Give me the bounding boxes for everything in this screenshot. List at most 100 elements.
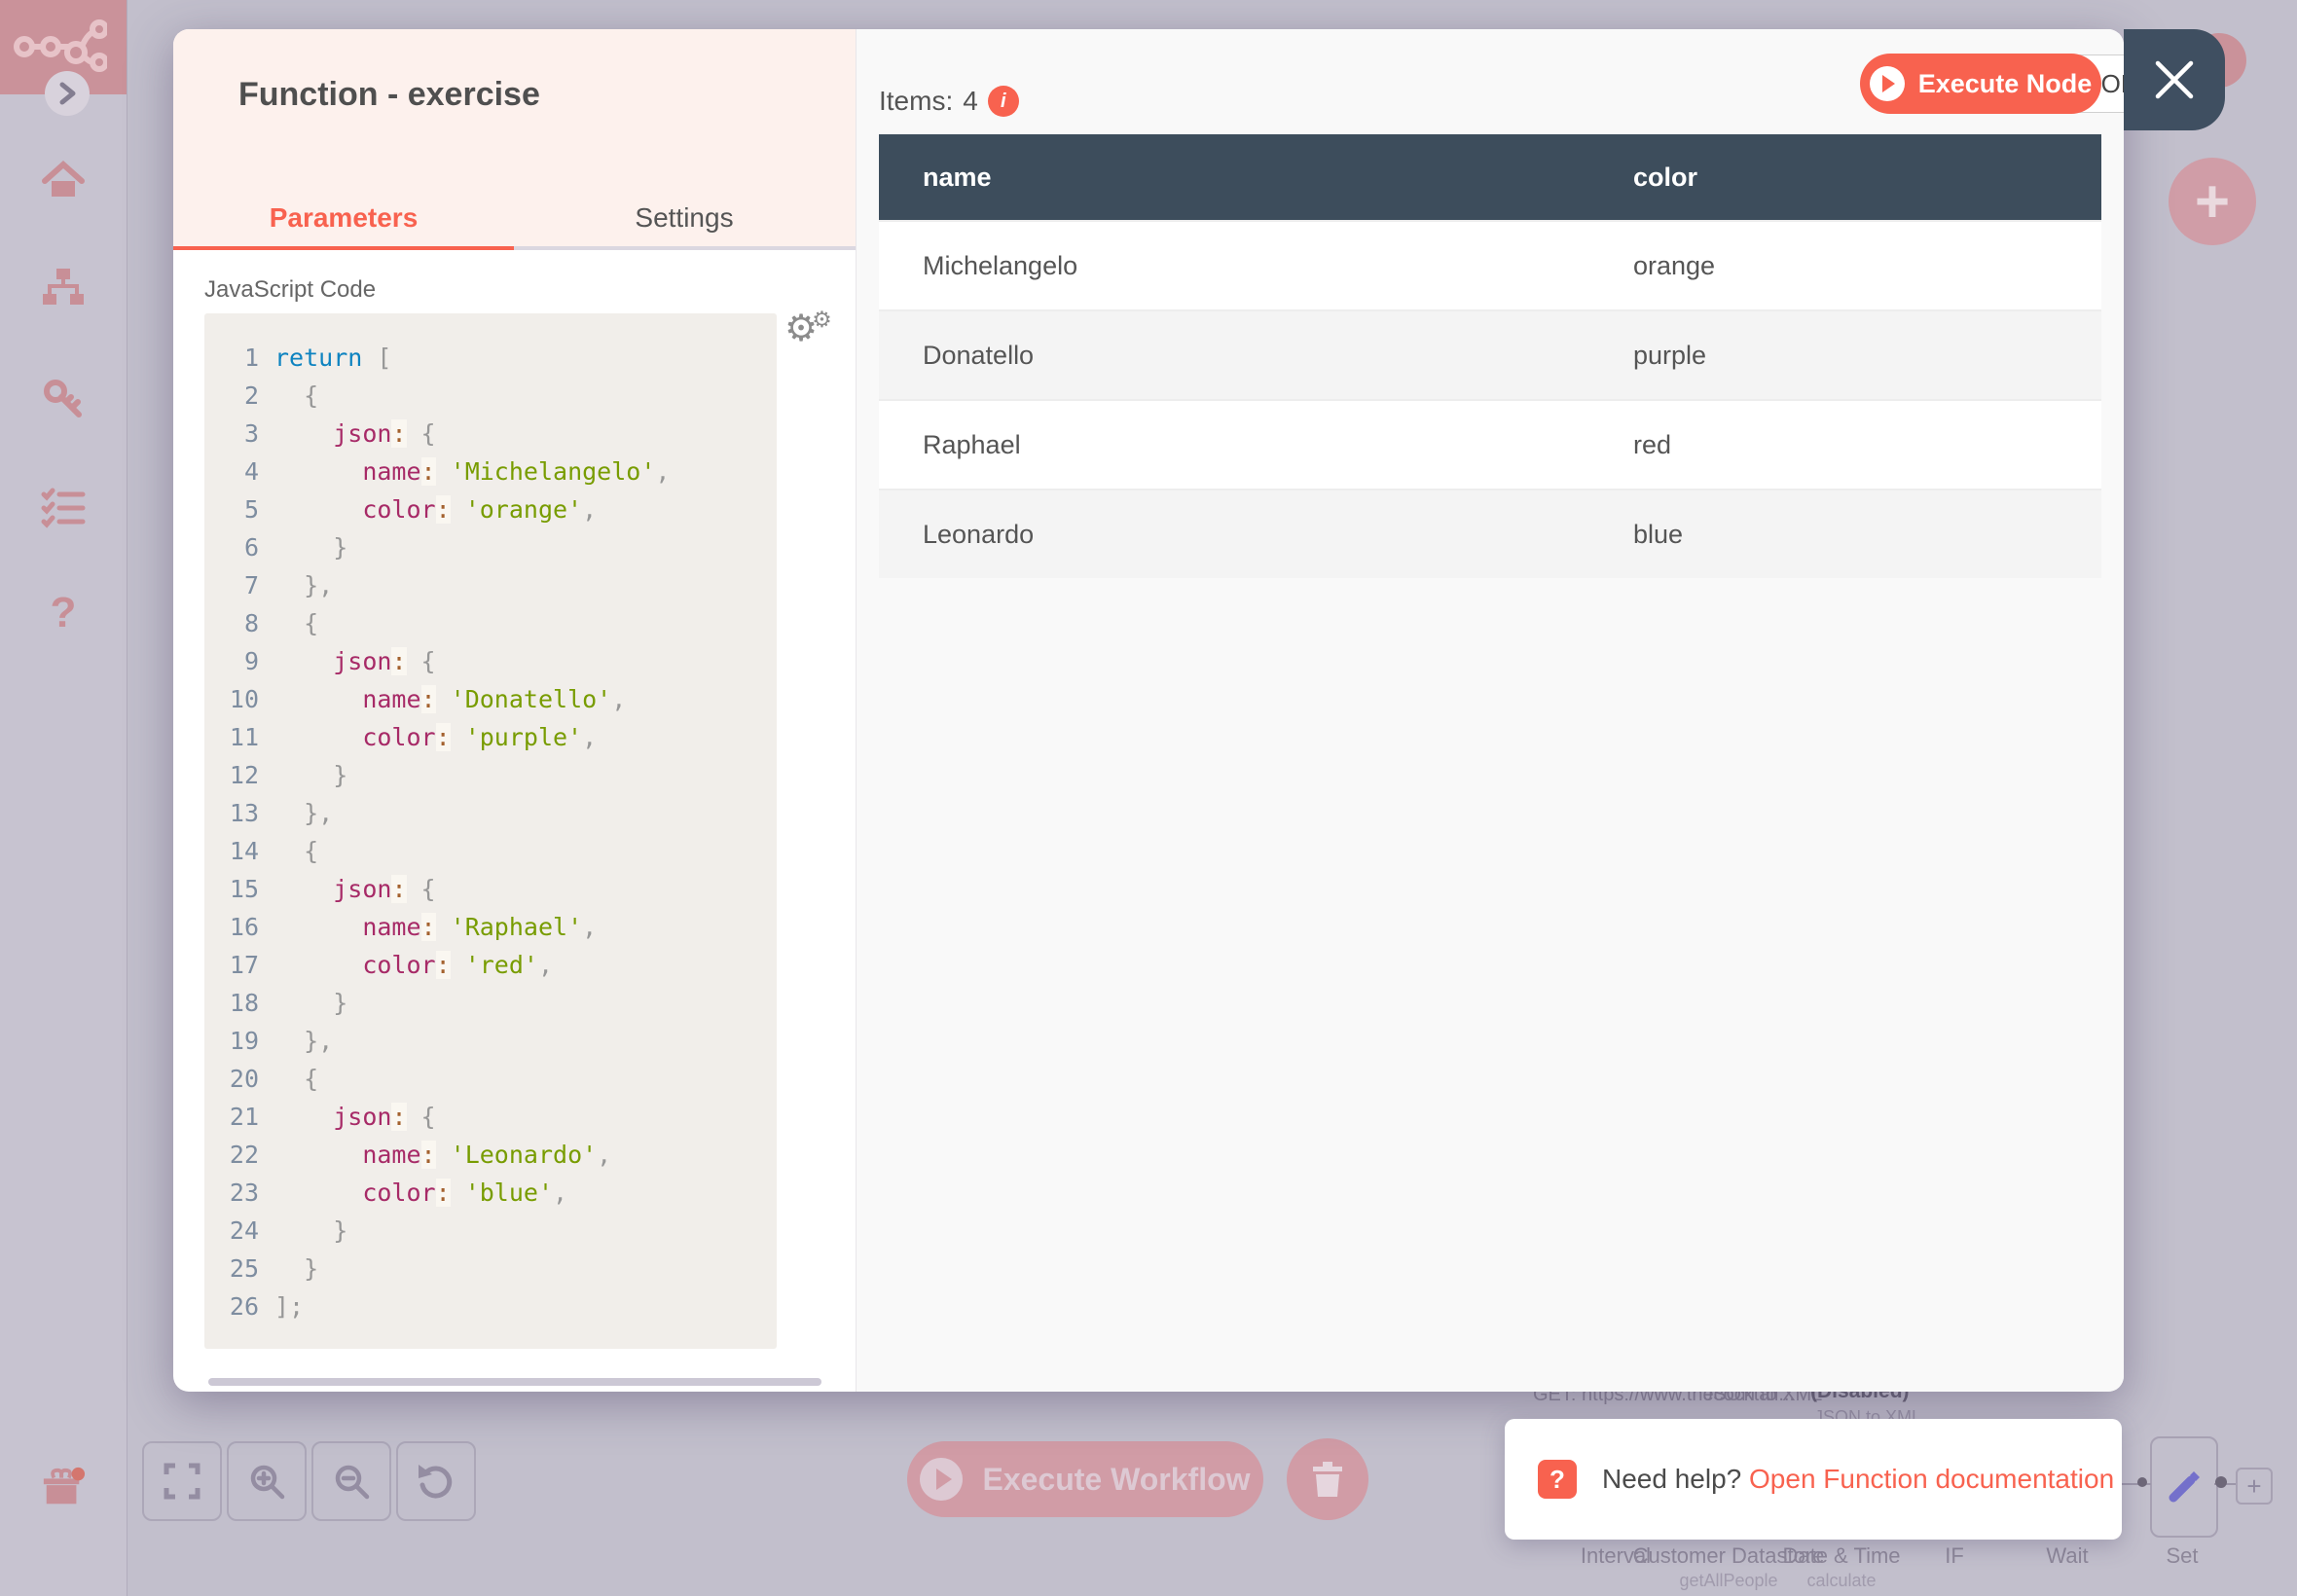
undo-icon <box>416 1462 456 1501</box>
table-row: Michelangeloorange <box>879 220 2101 309</box>
sidebar-collapse-button[interactable] <box>45 71 90 116</box>
code-line: 1return [ <box>204 339 777 377</box>
zoom-out-button[interactable] <box>311 1441 391 1521</box>
tab-settings[interactable]: Settings <box>514 190 855 246</box>
n8n-app: ? <box>0 0 2297 1596</box>
code-editor[interactable]: 1return [2 {3 json: {4 name: 'Michelange… <box>204 313 777 1349</box>
ghost-node-sublabel: getAllPeople <box>1679 1571 1777 1591</box>
sidebar-item-workflows[interactable] <box>41 265 86 309</box>
help-icon: ? <box>1538 1460 1577 1499</box>
tab-parameters[interactable]: Parameters <box>173 190 514 246</box>
line-number: 22 <box>204 1136 274 1174</box>
code-line: 16 name: 'Raphael', <box>204 908 777 946</box>
sidebar-item-home[interactable] <box>41 158 86 202</box>
code-line: 2 { <box>204 377 777 415</box>
code-line: 24 } <box>204 1212 777 1250</box>
output-panel: Items:4 i JSON Table Execute Node name c… <box>856 29 2124 1392</box>
line-number: 16 <box>204 908 274 946</box>
table-cell: red <box>1589 401 2101 489</box>
table-cell: Donatello <box>879 311 1589 399</box>
close-icon <box>2152 57 2197 102</box>
node-title: Function - exercise <box>238 76 540 114</box>
ghost-node-label: Set <box>2166 1543 2198 1569</box>
code-line: 9 json: { <box>204 642 777 680</box>
code-line: 20 { <box>204 1060 777 1098</box>
question-icon: ? <box>51 589 77 637</box>
line-number: 20 <box>204 1060 274 1098</box>
line-number: 5 <box>204 490 274 528</box>
line-number: 25 <box>204 1250 274 1288</box>
table-cell: purple <box>1589 311 2101 399</box>
code-line: 11 color: 'purple', <box>204 718 777 756</box>
sidebar-item-executions[interactable] <box>41 486 86 530</box>
checklist-icon <box>41 488 86 528</box>
help-text: Need help? Open Function documentation <box>1602 1464 2114 1495</box>
set-node[interactable] <box>2150 1436 2218 1538</box>
line-number: 26 <box>204 1288 274 1325</box>
fullscreen-icon <box>163 1462 201 1501</box>
line-number: 6 <box>204 528 274 566</box>
code-line: 13 }, <box>204 794 777 832</box>
line-number: 14 <box>204 832 274 870</box>
line-number: 4 <box>204 453 274 490</box>
ghost-node-label: IF <box>1945 1543 1964 1569</box>
execute-workflow-button[interactable]: Execute Workflow <box>907 1441 1263 1517</box>
active-tab-underline <box>173 246 514 250</box>
close-modal-button[interactable] <box>2124 29 2225 130</box>
code-field-label: JavaScript Code <box>204 276 376 304</box>
code-line: 17 color: 'red', <box>204 946 777 984</box>
chevron-right-icon <box>56 82 78 105</box>
info-icon[interactable]: i <box>988 86 1019 117</box>
node-settings-header: Function - exercise Parameters Settings <box>173 29 856 250</box>
reset-zoom-button[interactable] <box>396 1441 476 1521</box>
line-number: 9 <box>204 642 274 680</box>
code-line: 3 json: { <box>204 415 777 453</box>
pencil-icon <box>2166 1469 2203 1505</box>
line-number: 8 <box>204 604 274 642</box>
sidebar-item-help[interactable]: ? <box>41 591 86 635</box>
code-line: 26]; <box>204 1288 777 1325</box>
whats-new-button[interactable] <box>41 1466 86 1510</box>
sidebar-item-credentials[interactable] <box>41 377 86 421</box>
ghost-node-label: Wait <box>2046 1543 2088 1569</box>
code-line: 5 color: 'orange', <box>204 490 777 528</box>
code-line: 12 } <box>204 756 777 794</box>
zoom-to-fit-button[interactable] <box>142 1441 222 1521</box>
line-number: 10 <box>204 680 274 718</box>
line-number: 7 <box>204 566 274 604</box>
ghost-node-sublabel: calculate <box>1806 1571 1876 1591</box>
code-line: 25 } <box>204 1250 777 1288</box>
output-table: name color MichelangeloorangeDonatellopu… <box>879 134 2101 578</box>
line-number: 12 <box>204 756 274 794</box>
code-line: 23 color: 'blue', <box>204 1174 777 1212</box>
items-label: Items: <box>879 86 953 117</box>
tab-label: Settings <box>635 202 733 234</box>
code-line: 4 name: 'Michelangelo', <box>204 453 777 490</box>
table-row: Raphaelred <box>879 399 2101 489</box>
line-number: 13 <box>204 794 274 832</box>
code-line: 6 } <box>204 528 777 566</box>
gear-icon[interactable]: ⚙⚙ <box>784 309 838 346</box>
sidebar: ? <box>0 0 128 1596</box>
open-documentation-link[interactable]: Open Function documentation <box>1749 1464 2114 1494</box>
table-row: Leonardoblue <box>879 489 2101 578</box>
code-line: 14 { <box>204 832 777 870</box>
add-node-button[interactable]: + <box>2169 158 2256 245</box>
line-number: 21 <box>204 1098 274 1136</box>
line-number: 11 <box>204 718 274 756</box>
panel-scrollbar[interactable] <box>208 1378 821 1386</box>
line-number: 15 <box>204 870 274 908</box>
zoom-in-button[interactable] <box>227 1441 307 1521</box>
code-line: 8 { <box>204 604 777 642</box>
table-row: Donatellopurple <box>879 309 2101 399</box>
zoom-out-icon <box>332 1462 371 1501</box>
code-line: 18 } <box>204 984 777 1022</box>
items-summary: Items:4 i <box>879 86 1019 117</box>
delete-workflow-button[interactable] <box>1287 1438 1368 1520</box>
add-connected-node-button[interactable]: + <box>2236 1468 2273 1505</box>
trash-icon <box>1310 1460 1345 1499</box>
column-header-color: color <box>1589 134 2101 220</box>
help-tooltip: ? Need help? Open Function documentation <box>1505 1419 2122 1540</box>
code-line: 10 name: 'Donatello', <box>204 680 777 718</box>
execute-node-button[interactable]: Execute Node <box>1860 54 2101 114</box>
